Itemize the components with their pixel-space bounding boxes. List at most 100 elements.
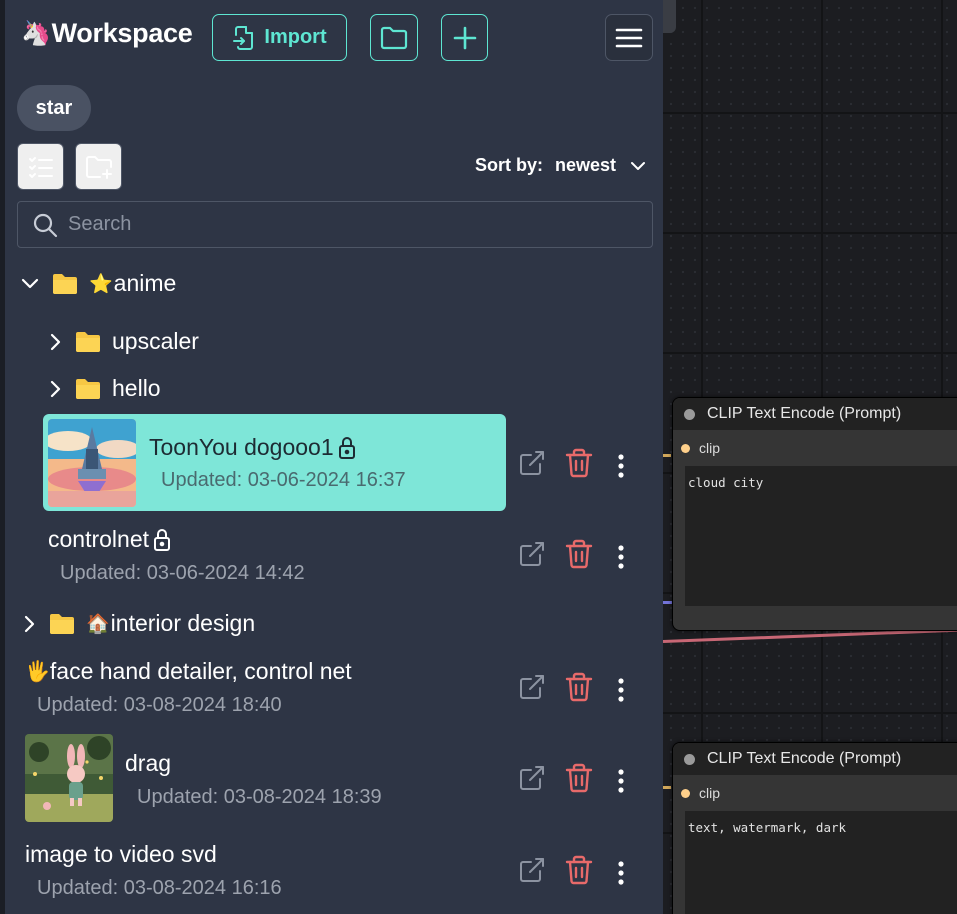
workflow-item-active[interactable]: ToonYou dogooo1 Updated: 03-06-2024 16:3… — [43, 414, 506, 511]
workflow-updated: Updated: 03-08-2024 16:16 — [37, 877, 282, 899]
clip-text-encode-node-negative[interactable]: CLIP Text Encode (Prompt) clip text, wat… — [672, 742, 957, 914]
canvas-scroll-handle[interactable] — [663, 0, 676, 33]
chevron-right-icon[interactable] — [50, 380, 62, 398]
tag-chip-star[interactable]: star — [17, 85, 91, 131]
search-icon — [33, 213, 58, 237]
lock-icon — [154, 528, 171, 551]
import-label: Import — [264, 26, 327, 48]
star-emoji-icon: ⭐ — [89, 273, 113, 295]
folder-icon — [76, 378, 100, 399]
unicorn-logo-icon: 🦄 — [21, 20, 51, 47]
more-vertical-icon[interactable] — [611, 544, 631, 570]
trash-icon[interactable] — [565, 855, 593, 890]
folder-row-hello[interactable]: hello — [50, 375, 161, 402]
workflow-title-text: image to video svd — [25, 841, 217, 867]
workflow-updated: Updated: 03-06-2024 14:42 — [60, 562, 305, 584]
lock-icon — [338, 436, 355, 459]
checklist-icon — [28, 156, 53, 178]
node-title: CLIP Text Encode (Prompt) — [707, 750, 902, 767]
input-label: clip — [699, 785, 721, 801]
new-workflow-button[interactable] — [441, 14, 488, 61]
workflow-title-text: drag — [125, 750, 172, 776]
more-vertical-icon[interactable] — [611, 677, 631, 703]
brand-title: Workspace — [51, 18, 193, 48]
sort-dropdown[interactable]: Sort by: newest — [475, 155, 646, 176]
import-button[interactable]: Import — [212, 14, 347, 61]
hand-emoji-icon: 🖐 — [25, 661, 50, 683]
input-port[interactable] — [681, 443, 690, 453]
workflow-actions — [518, 539, 631, 574]
open-in-new-icon[interactable] — [518, 856, 548, 889]
folder-plus-icon — [85, 155, 112, 179]
workflow-actions — [518, 672, 631, 707]
workflow-title-text: controlnet — [48, 526, 150, 552]
open-folder-button[interactable] — [370, 14, 418, 61]
node-input-clip[interactable]: clip — [673, 775, 957, 811]
workflow-title[interactable]: image to video svd — [25, 841, 217, 868]
folder-icon — [50, 613, 74, 634]
folder-row-upscaler[interactable]: upscaler — [50, 328, 199, 355]
workflow-title: ToonYou dogooo1 — [149, 434, 357, 461]
node-collapse-dot[interactable] — [684, 753, 695, 765]
node-collapse-dot[interactable] — [684, 408, 695, 420]
house-emoji-icon: 🏠 — [86, 613, 110, 635]
trash-icon[interactable] — [565, 448, 593, 483]
folder-name: upscaler — [112, 328, 199, 354]
workflow-thumbnail — [25, 734, 113, 822]
open-in-new-icon[interactable] — [518, 764, 548, 797]
node-header[interactable]: CLIP Text Encode (Prompt) — [673, 398, 957, 430]
chevron-right-icon[interactable] — [24, 615, 36, 633]
folder-icon — [76, 331, 100, 352]
prompt-textarea[interactable]: cloud city — [685, 466, 957, 606]
trash-icon[interactable] — [565, 539, 593, 574]
prompt-textarea[interactable]: text, watermark, dark — [685, 811, 957, 914]
trash-icon[interactable] — [565, 672, 593, 707]
workflow-title-text: face hand detailer, control net — [49, 658, 352, 684]
folder-icon — [380, 26, 408, 49]
workflow-updated: Updated: 03-08-2024 18:40 — [37, 694, 282, 716]
folder-name: interior design — [110, 610, 256, 636]
sort-label: Sort by: — [475, 155, 544, 175]
open-in-new-icon[interactable] — [518, 673, 548, 706]
menu-button[interactable] — [605, 14, 653, 61]
search-input[interactable]: Search — [17, 201, 653, 248]
trash-icon[interactable] — [565, 763, 593, 798]
workflow-title[interactable]: 🖐 face hand detailer, control net — [25, 658, 352, 685]
folder-name: hello — [112, 375, 161, 401]
workflow-actions — [518, 763, 631, 798]
node-header[interactable]: CLIP Text Encode (Prompt) — [673, 743, 957, 775]
folder-name: anime — [113, 270, 177, 296]
new-folder-button[interactable] — [75, 143, 122, 190]
chevron-down-icon — [631, 161, 646, 170]
workflow-title[interactable]: drag — [125, 750, 171, 777]
workflow-thumbnail — [48, 419, 136, 507]
workflow-actions — [518, 855, 631, 890]
chevron-right-icon[interactable] — [50, 333, 62, 351]
sort-value: newest — [555, 155, 617, 175]
search-placeholder: Search — [68, 213, 132, 235]
chevron-down-icon[interactable] — [21, 278, 39, 290]
workflow-title-text: ToonYou dogooo1 — [149, 434, 334, 460]
node-input-clip[interactable]: clip — [673, 430, 957, 466]
link-wire-clip-2 — [663, 786, 671, 789]
multi-select-button[interactable] — [17, 143, 64, 190]
plus-icon — [453, 26, 476, 49]
folder-row-interior-design[interactable]: 🏠 interior design — [24, 610, 255, 637]
more-vertical-icon[interactable] — [611, 768, 631, 794]
hamburger-menu-icon — [615, 28, 643, 47]
open-in-new-icon[interactable] — [518, 449, 548, 482]
file-import-icon — [233, 25, 254, 50]
link-wire-clip-1 — [663, 454, 671, 457]
node-title: CLIP Text Encode (Prompt) — [707, 405, 902, 422]
more-vertical-icon[interactable] — [611, 453, 631, 479]
workflow-updated: Updated: 03-06-2024 16:37 — [161, 469, 406, 491]
open-in-new-icon[interactable] — [518, 540, 548, 573]
folder-row-anime[interactable]: ⭐ anime — [21, 270, 176, 297]
input-port[interactable] — [681, 788, 690, 798]
workflow-title[interactable]: controlnet — [48, 526, 172, 553]
workflow-updated: Updated: 03-08-2024 18:39 — [137, 786, 382, 808]
workspace-sidebar: 🦄 Workspace Import star Sort by: newest … — [0, 0, 663, 914]
more-vertical-icon[interactable] — [611, 860, 631, 886]
input-label: clip — [699, 440, 721, 456]
clip-text-encode-node-positive[interactable]: CLIP Text Encode (Prompt) clip cloud cit… — [672, 397, 957, 631]
